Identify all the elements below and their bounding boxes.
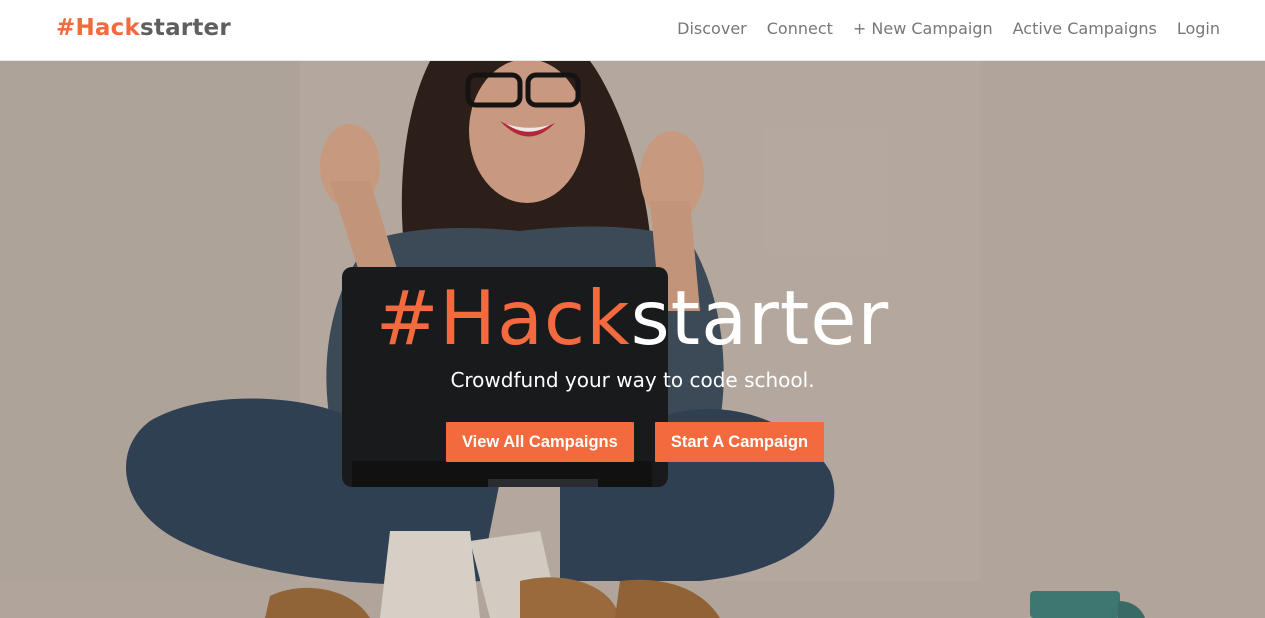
nav-link-discover[interactable]: Discover — [677, 19, 747, 38]
hero-content: #Hackstarter Crowdfund your way to code … — [0, 273, 1265, 462]
hero-title: #Hackstarter — [0, 273, 1265, 363]
start-a-campaign-button[interactable]: Start A Campaign — [654, 422, 825, 462]
nav-link-connect[interactable]: Connect — [767, 19, 833, 38]
brand-accent-text: #Hack — [56, 15, 140, 41]
hero-buttons: View All Campaigns Start A Campaign — [0, 422, 1265, 462]
nav-link-login[interactable]: Login — [1177, 19, 1220, 38]
nav-links: Discover Connect + New Campaign Active C… — [677, 19, 1220, 38]
nav-link-active-campaigns[interactable]: Active Campaigns — [1013, 19, 1157, 38]
hero-title-rest: starter — [630, 274, 890, 362]
navbar: #Hackstarter Discover Connect + New Camp… — [0, 0, 1265, 61]
nav-link-new-campaign[interactable]: + New Campaign — [853, 19, 993, 38]
hero-subtitle: Crowdfund your way to code school. — [450, 368, 815, 392]
brand-logo-link[interactable]: #Hackstarter — [56, 15, 231, 41]
hero-title-accent: #Hack — [375, 274, 631, 362]
hero-section: #Hackstarter Crowdfund your way to code … — [0, 61, 1265, 618]
brand-rest-text: starter — [139, 15, 231, 41]
view-all-campaigns-button[interactable]: View All Campaigns — [445, 422, 634, 462]
